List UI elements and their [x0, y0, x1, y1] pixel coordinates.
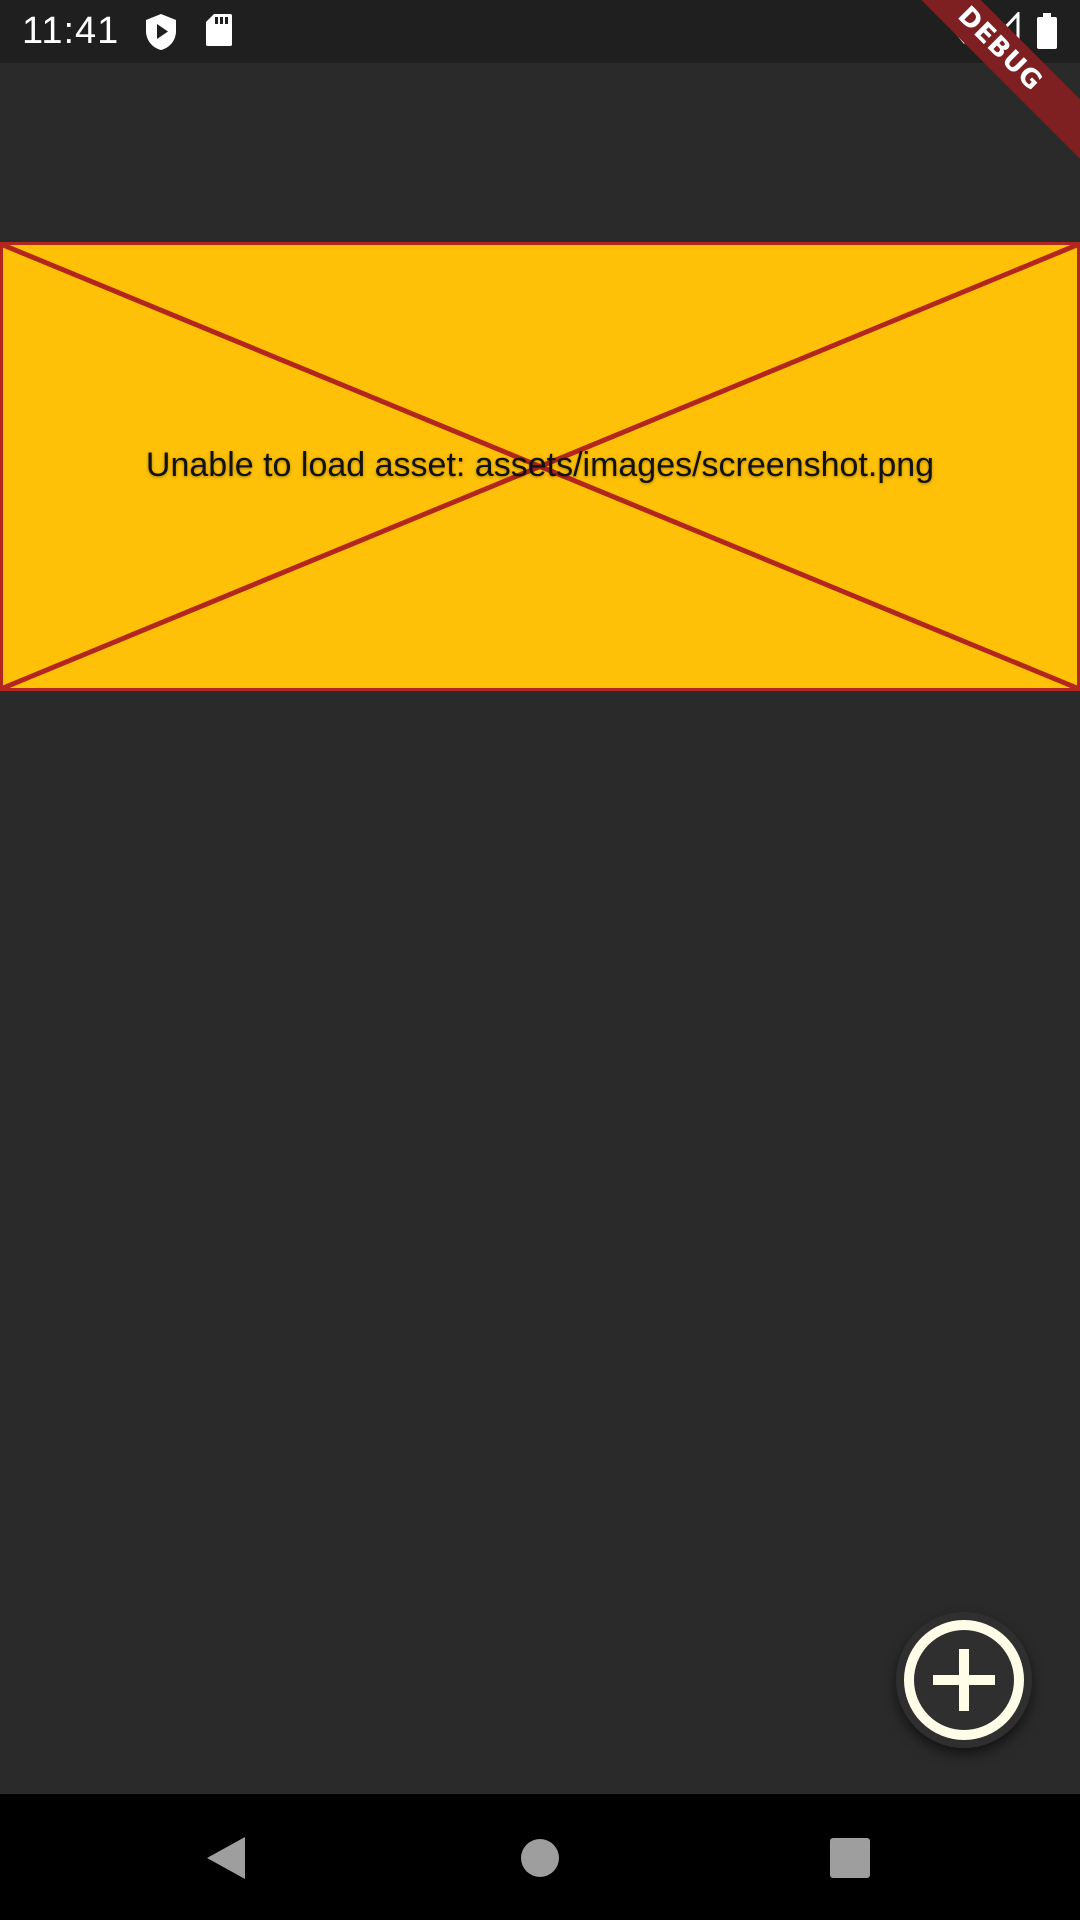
recents-icon [830, 1838, 870, 1878]
back-button[interactable] [196, 1828, 256, 1888]
app-screen: 11:41 DEBUG Unable to load asset: assets… [0, 0, 1080, 1920]
add-button[interactable] [896, 1612, 1032, 1748]
status-bar: 11:41 [0, 0, 1080, 63]
navigation-bar [0, 1794, 1080, 1920]
home-button[interactable] [510, 1828, 570, 1888]
battery-icon [1036, 12, 1058, 52]
image-error-placeholder: Unable to load asset: assets/images/scre… [0, 242, 1080, 691]
add-circle-icon [904, 1620, 1024, 1740]
sd-card-icon [204, 12, 234, 52]
error-message: Unable to load asset: assets/images/scre… [145, 446, 935, 484]
recents-button[interactable] [820, 1828, 880, 1888]
home-icon [521, 1839, 559, 1877]
back-icon [207, 1837, 245, 1879]
shield-play-icon [144, 12, 178, 52]
status-time: 11:41 [22, 10, 120, 52]
